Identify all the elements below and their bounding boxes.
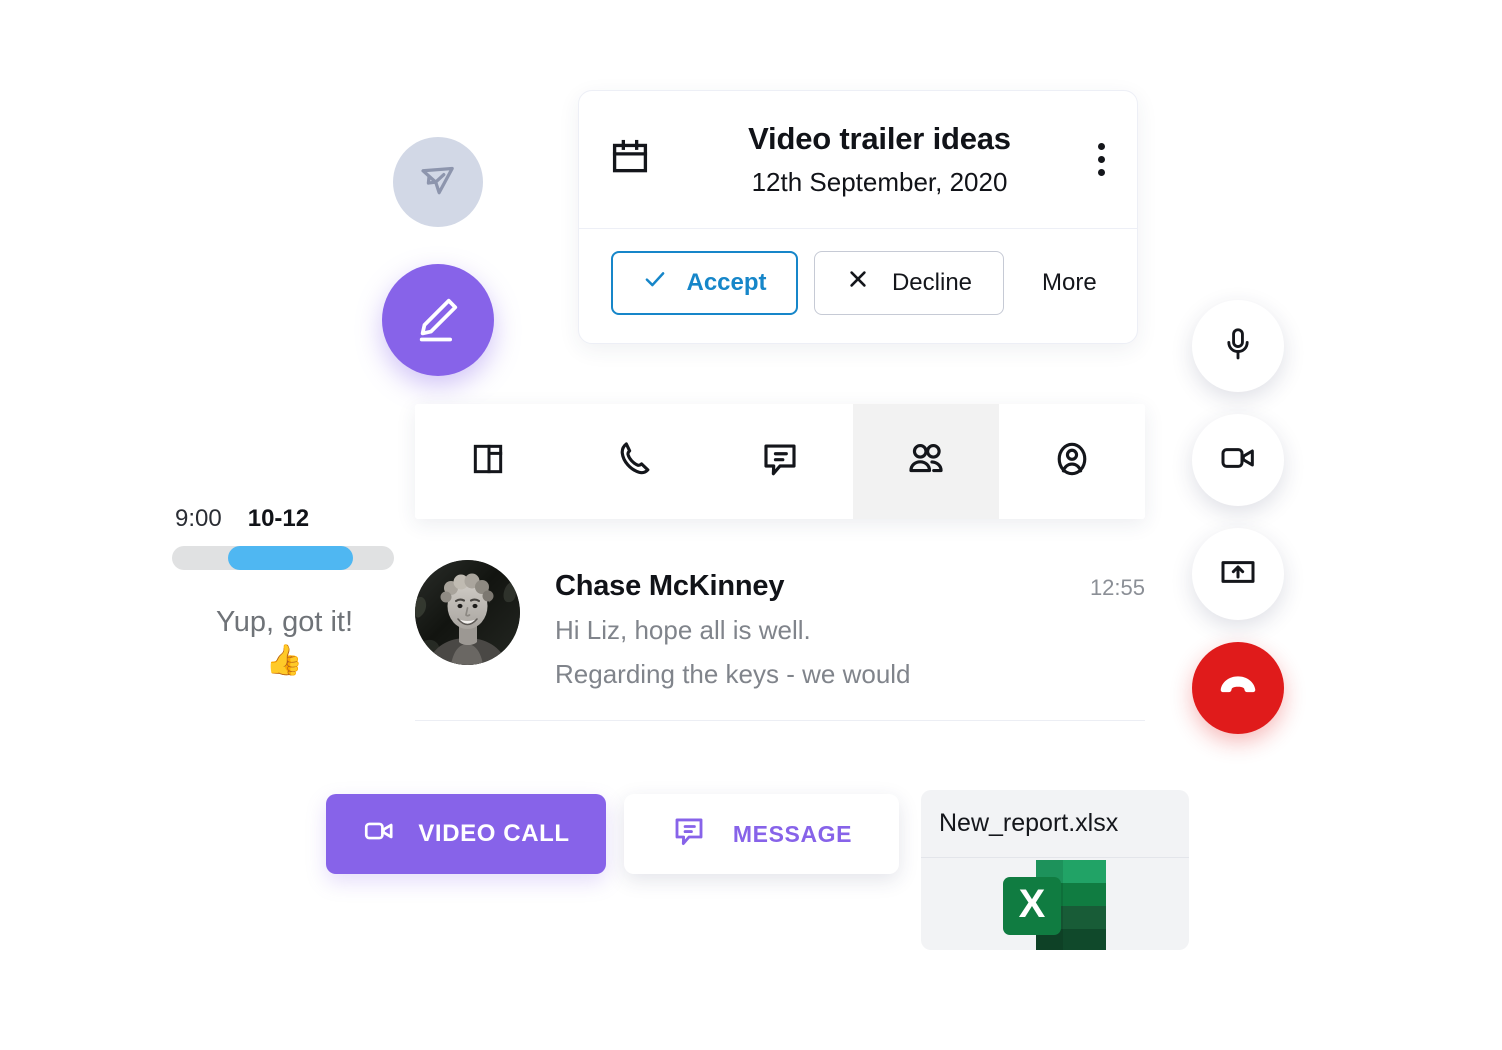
tab-layout[interactable]: [415, 404, 561, 519]
invite-header: Video trailer ideas 12th September, 2020: [579, 91, 1137, 229]
time-range-slider: 9:00 10-12: [172, 505, 397, 570]
svg-text:X: X: [1019, 882, 1046, 926]
file-name: New_report.xlsx: [921, 790, 1189, 858]
kebab-dot: [1098, 155, 1105, 163]
pencil-icon: [410, 290, 466, 351]
edit-button[interactable]: [382, 264, 494, 376]
video-camera-icon: [362, 814, 396, 855]
accept-label: Accept: [686, 268, 767, 296]
page-title: Video trailer ideas: [748, 121, 1011, 156]
video-call-label: VIDEO CALL: [418, 820, 570, 847]
tab-profile[interactable]: [999, 404, 1145, 519]
tab-participants[interactable]: [853, 404, 999, 519]
quick-reply-text: Yup, got it!: [215, 606, 354, 638]
call-tab-bar: [415, 404, 1145, 519]
tab-chat[interactable]: [707, 404, 853, 519]
message-preview-line: Hi Liz, hope all is well.: [555, 615, 811, 645]
slider-start-label: 9:00: [175, 505, 222, 532]
mute-button[interactable]: [1192, 300, 1284, 392]
screen-share-icon: [1218, 552, 1258, 597]
message-list-item[interactable]: Chase McKinney 12:55 Hi Liz, hope all is…: [415, 560, 1145, 721]
message-label: MESSAGE: [732, 820, 853, 847]
chat-bubble-icon: [671, 813, 707, 855]
message-preview-line: Regarding the keys - we would: [555, 659, 911, 690]
excel-file-icon: X: [1003, 860, 1107, 950]
slider-range-label: 10-12: [247, 505, 310, 532]
layout-panel-icon: [468, 439, 508, 484]
message-button[interactable]: MESSAGE: [624, 794, 899, 874]
microphone-icon: [1219, 325, 1257, 368]
hang-up-icon: [1215, 663, 1261, 714]
ui-collage-canvas: Video trailer ideas 12th September, 2020…: [0, 0, 1502, 1050]
tab-call[interactable]: [561, 404, 707, 519]
file-attachment-card[interactable]: New_report.xlsx X: [921, 790, 1189, 950]
kebab-dot: [1098, 168, 1105, 176]
invite-date: 12th September, 2020: [751, 166, 1008, 197]
camera-button[interactable]: [1192, 414, 1284, 506]
kebab-dot: [1098, 142, 1105, 150]
send-button[interactable]: [393, 137, 483, 227]
invite-actions: Accept Decline More: [579, 229, 1137, 343]
share-screen-button[interactable]: [1192, 528, 1284, 620]
calendar-icon: [609, 136, 651, 183]
slider-track[interactable]: [172, 546, 394, 570]
video-call-button[interactable]: VIDEO CALL: [326, 794, 606, 874]
slider-labels: 9:00 10-12: [172, 505, 397, 533]
decline-label: Decline: [891, 268, 973, 296]
invite-text-block: Video trailer ideas 12th September, 2020: [675, 121, 1094, 198]
check-icon: [642, 266, 668, 299]
kebab-menu-icon[interactable]: [1094, 133, 1109, 186]
chat-bubble-icon: [759, 438, 801, 485]
message-body: Chase McKinney 12:55 Hi Liz, hope all is…: [555, 560, 1145, 692]
video-camera-icon: [1218, 438, 1258, 483]
file-thumbnail: X: [921, 858, 1189, 950]
message-sender-name: Chase McKinney: [555, 570, 785, 602]
message-timestamp: 12:55: [1089, 575, 1145, 600]
slider-selection-handle[interactable]: [228, 546, 353, 570]
phone-icon: [613, 438, 655, 485]
send-plane-icon: [415, 157, 461, 208]
quick-reply-note: Yup, got it! 👍: [172, 605, 397, 677]
thumbs-up-icon: 👍: [265, 643, 304, 677]
meeting-invite-card: Video trailer ideas 12th September, 2020…: [578, 90, 1138, 344]
avatar: [415, 560, 520, 665]
more-button[interactable]: More: [1042, 269, 1097, 297]
people-icon: [905, 438, 947, 485]
accept-button[interactable]: Accept: [611, 250, 798, 315]
end-call-button[interactable]: [1192, 642, 1284, 734]
close-x-icon: [846, 267, 870, 298]
message-header: Chase McKinney 12:55: [555, 570, 1145, 603]
decline-button[interactable]: Decline: [814, 250, 1004, 315]
person-circle-icon: [1051, 438, 1093, 485]
